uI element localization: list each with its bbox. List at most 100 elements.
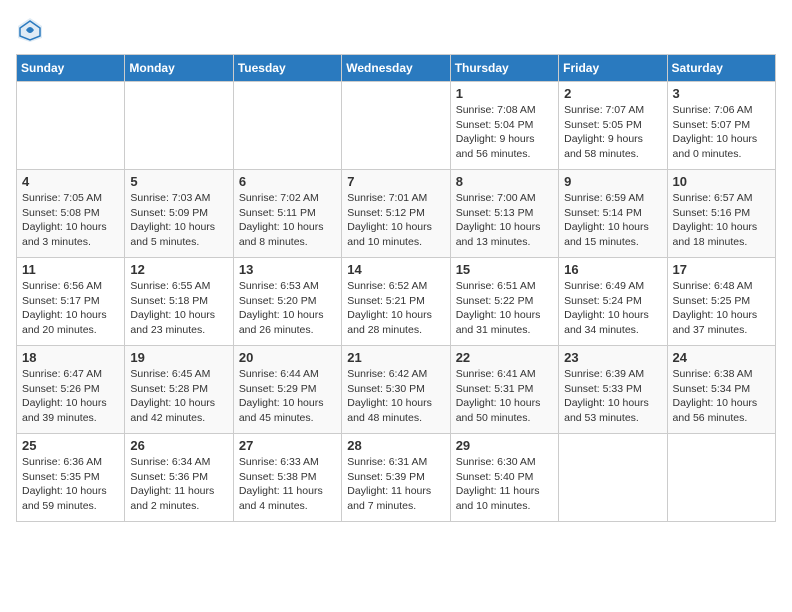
calendar-cell: 24 Sunrise: 6:38 AM Sunset: 5:34 PM Dayli… (667, 346, 775, 434)
day-info: Sunrise: 6:52 AM Sunset: 5:21 PM Dayligh… (347, 279, 444, 338)
day-info: Sunrise: 6:56 AM Sunset: 5:17 PM Dayligh… (22, 279, 119, 338)
day-number: 6 (239, 174, 336, 189)
week-row-0: 1Sunrise: 7:08 AM Sunset: 5:04 PM Daylig… (17, 82, 776, 170)
day-number: 14 (347, 262, 444, 277)
day-number: 16 (564, 262, 661, 277)
calendar-cell: 11 Sunrise: 6:56 AM Sunset: 5:17 PM Dayli… (17, 258, 125, 346)
calendar-cell: 2 Sunrise: 7:07 AM Sunset: 5:05 PM Daylig… (559, 82, 667, 170)
day-number: 9 (564, 174, 661, 189)
calendar-cell: 18 Sunrise: 6:47 AM Sunset: 5:26 PM Dayli… (17, 346, 125, 434)
day-number: 22 (456, 350, 553, 365)
day-number: 4 (22, 174, 119, 189)
day-header-monday: Monday (125, 55, 233, 82)
days-header-row: SundayMondayTuesdayWednesdayThursdayFrid… (17, 55, 776, 82)
calendar-cell: 16 Sunrise: 6:49 AM Sunset: 5:24 PM Dayli… (559, 258, 667, 346)
calendar-cell: 4 Sunrise: 7:05 AM Sunset: 5:08 PM Daylig… (17, 170, 125, 258)
day-number: 26 (130, 438, 227, 453)
day-info: Sunrise: 6:36 AM Sunset: 5:35 PM Dayligh… (22, 455, 119, 514)
day-number: 23 (564, 350, 661, 365)
day-number: 13 (239, 262, 336, 277)
week-row-2: 11 Sunrise: 6:56 AM Sunset: 5:17 PM Dayli… (17, 258, 776, 346)
day-info: Sunrise: 6:57 AM Sunset: 5:16 PM Dayligh… (673, 191, 770, 250)
day-header-wednesday: Wednesday (342, 55, 450, 82)
calendar-cell: 13 Sunrise: 6:53 AM Sunset: 5:20 PM Dayli… (233, 258, 341, 346)
calendar-cell: 19 Sunrise: 6:45 AM Sunset: 5:28 PM Dayli… (125, 346, 233, 434)
calendar-cell: 29 Sunrise: 6:30 AM Sunset: 5:40 PM Dayli… (450, 434, 558, 522)
calendar-cell (559, 434, 667, 522)
day-header-sunday: Sunday (17, 55, 125, 82)
day-info: Sunrise: 6:59 AM Sunset: 5:14 PM Dayligh… (564, 191, 661, 250)
calendar-cell: 12 Sunrise: 6:55 AM Sunset: 5:18 PM Dayli… (125, 258, 233, 346)
day-info: Sunrise: 7:08 AM Sunset: 5:04 PM Dayligh… (456, 103, 553, 162)
calendar-cell: 27Sunrise: 6:33 AM Sunset: 5:38 PM Dayli… (233, 434, 341, 522)
calendar-cell: 20 Sunrise: 6:44 AM Sunset: 5:29 PM Dayli… (233, 346, 341, 434)
day-info: Sunrise: 6:30 AM Sunset: 5:40 PM Dayligh… (456, 455, 553, 514)
calendar-table: SundayMondayTuesdayWednesdayThursdayFrid… (16, 54, 776, 522)
week-row-3: 18 Sunrise: 6:47 AM Sunset: 5:26 PM Dayli… (17, 346, 776, 434)
day-info: Sunrise: 7:02 AM Sunset: 5:11 PM Dayligh… (239, 191, 336, 250)
day-number: 15 (456, 262, 553, 277)
day-number: 29 (456, 438, 553, 453)
day-info: Sunrise: 7:05 AM Sunset: 5:08 PM Dayligh… (22, 191, 119, 250)
day-info: Sunrise: 6:42 AM Sunset: 5:30 PM Dayligh… (347, 367, 444, 426)
day-number: 28 (347, 438, 444, 453)
day-info: Sunrise: 6:41 AM Sunset: 5:31 PM Dayligh… (456, 367, 553, 426)
day-info: Sunrise: 7:07 AM Sunset: 5:05 PM Dayligh… (564, 103, 661, 162)
calendar-cell (342, 82, 450, 170)
day-number: 24 (673, 350, 770, 365)
day-number: 11 (22, 262, 119, 277)
calendar-cell: 1Sunrise: 7:08 AM Sunset: 5:04 PM Daylig… (450, 82, 558, 170)
logo (16, 16, 46, 44)
day-info: Sunrise: 6:39 AM Sunset: 5:33 PM Dayligh… (564, 367, 661, 426)
day-info: Sunrise: 6:38 AM Sunset: 5:34 PM Dayligh… (673, 367, 770, 426)
day-info: Sunrise: 7:00 AM Sunset: 5:13 PM Dayligh… (456, 191, 553, 250)
day-number: 20 (239, 350, 336, 365)
page-header (16, 16, 776, 44)
day-number: 17 (673, 262, 770, 277)
day-number: 7 (347, 174, 444, 189)
day-number: 12 (130, 262, 227, 277)
calendar-cell: 26 Sunrise: 6:34 AM Sunset: 5:36 PM Dayli… (125, 434, 233, 522)
day-info: Sunrise: 6:51 AM Sunset: 5:22 PM Dayligh… (456, 279, 553, 338)
day-number: 3 (673, 86, 770, 101)
day-info: Sunrise: 6:48 AM Sunset: 5:25 PM Dayligh… (673, 279, 770, 338)
day-info: Sunrise: 6:49 AM Sunset: 5:24 PM Dayligh… (564, 279, 661, 338)
day-number: 21 (347, 350, 444, 365)
week-row-1: 4 Sunrise: 7:05 AM Sunset: 5:08 PM Daylig… (17, 170, 776, 258)
day-info: Sunrise: 6:33 AM Sunset: 5:38 PM Dayligh… (239, 455, 336, 514)
day-number: 18 (22, 350, 119, 365)
calendar-cell (17, 82, 125, 170)
calendar-cell: 14 Sunrise: 6:52 AM Sunset: 5:21 PM Dayli… (342, 258, 450, 346)
calendar-cell: 17 Sunrise: 6:48 AM Sunset: 5:25 PM Dayli… (667, 258, 775, 346)
day-number: 5 (130, 174, 227, 189)
calendar-cell: 7 Sunrise: 7:01 AM Sunset: 5:12 PM Daylig… (342, 170, 450, 258)
calendar-cell: 6 Sunrise: 7:02 AM Sunset: 5:11 PM Daylig… (233, 170, 341, 258)
week-row-4: 25Sunrise: 6:36 AM Sunset: 5:35 PM Dayli… (17, 434, 776, 522)
calendar-cell: 9 Sunrise: 6:59 AM Sunset: 5:14 PM Daylig… (559, 170, 667, 258)
day-info: Sunrise: 7:06 AM Sunset: 5:07 PM Dayligh… (673, 103, 770, 162)
calendar-cell: 8 Sunrise: 7:00 AM Sunset: 5:13 PM Daylig… (450, 170, 558, 258)
calendar-cell (667, 434, 775, 522)
calendar-cell: 21 Sunrise: 6:42 AM Sunset: 5:30 PM Dayli… (342, 346, 450, 434)
calendar-cell: 23 Sunrise: 6:39 AM Sunset: 5:33 PM Dayli… (559, 346, 667, 434)
day-info: Sunrise: 6:45 AM Sunset: 5:28 PM Dayligh… (130, 367, 227, 426)
day-info: Sunrise: 6:31 AM Sunset: 5:39 PM Dayligh… (347, 455, 444, 514)
day-header-tuesday: Tuesday (233, 55, 341, 82)
day-info: Sunrise: 6:47 AM Sunset: 5:26 PM Dayligh… (22, 367, 119, 426)
day-number: 2 (564, 86, 661, 101)
day-number: 10 (673, 174, 770, 189)
day-info: Sunrise: 7:01 AM Sunset: 5:12 PM Dayligh… (347, 191, 444, 250)
logo-icon (16, 16, 44, 44)
calendar-cell: 5Sunrise: 7:03 AM Sunset: 5:09 PM Daylig… (125, 170, 233, 258)
day-header-thursday: Thursday (450, 55, 558, 82)
day-info: Sunrise: 6:44 AM Sunset: 5:29 PM Dayligh… (239, 367, 336, 426)
day-info: Sunrise: 6:34 AM Sunset: 5:36 PM Dayligh… (130, 455, 227, 514)
day-number: 19 (130, 350, 227, 365)
day-info: Sunrise: 6:55 AM Sunset: 5:18 PM Dayligh… (130, 279, 227, 338)
day-header-saturday: Saturday (667, 55, 775, 82)
calendar-cell: 25Sunrise: 6:36 AM Sunset: 5:35 PM Dayli… (17, 434, 125, 522)
calendar-cell: 28 Sunrise: 6:31 AM Sunset: 5:39 PM Dayli… (342, 434, 450, 522)
calendar-cell: 10 Sunrise: 6:57 AM Sunset: 5:16 PM Dayli… (667, 170, 775, 258)
day-info: Sunrise: 6:53 AM Sunset: 5:20 PM Dayligh… (239, 279, 336, 338)
day-number: 8 (456, 174, 553, 189)
